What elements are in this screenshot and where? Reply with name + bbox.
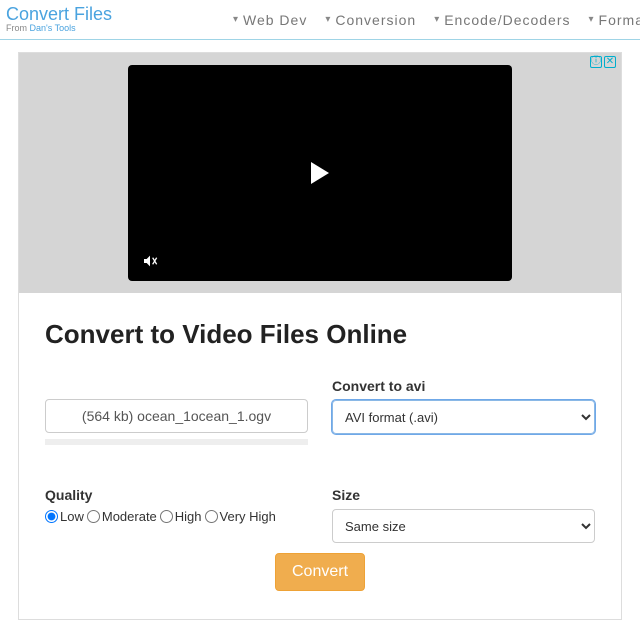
main-card: ⓘ ✕ Convert to Video Files Online (564 k… <box>18 52 622 620</box>
quality-option-moderate[interactable]: Moderate <box>87 509 157 524</box>
upload-progress <box>45 439 308 445</box>
convert-to-label: Convert to avi <box>332 378 595 394</box>
chevron-down-icon: ▾ <box>434 14 440 25</box>
chevron-down-icon: ▾ <box>589 14 595 25</box>
brand-subtitle: From Dan's Tools <box>6 24 112 33</box>
brand-title: Convert Files <box>6 5 112 24</box>
radio-label: Very High <box>220 509 276 524</box>
form-area: Convert to Video Files Online (564 kb) o… <box>19 293 621 619</box>
nav-conversion[interactable]: ▾ Conversion <box>325 12 416 28</box>
radio-label: High <box>175 509 202 524</box>
quality-option-veryhigh[interactable]: Very High <box>205 509 276 524</box>
quality-column: Quality Low Moderate High Very High <box>45 487 308 543</box>
ad-info-icon[interactable]: ⓘ <box>590 56 602 68</box>
quality-radios: Low Moderate High Very High <box>45 509 308 524</box>
quality-radio-high[interactable] <box>160 510 173 523</box>
format-column: Convert to avi AVI format (.avi) <box>332 378 595 445</box>
nav-label: Forma <box>599 12 640 28</box>
brand[interactable]: Convert Files From Dan's Tools <box>6 5 112 33</box>
brand-sub-link[interactable]: Dan's Tools <box>30 23 76 33</box>
page-title: Convert to Video Files Online <box>45 319 595 350</box>
size-label: Size <box>332 487 595 503</box>
file-display-text: (564 kb) ocean_1ocean_1.ogv <box>82 408 271 424</box>
ad-close-icon[interactable]: ✕ <box>604 56 616 68</box>
ad-controls: ⓘ ✕ <box>590 56 616 68</box>
nav-label: Conversion <box>335 12 416 28</box>
nav-webdev[interactable]: ▾ Web Dev <box>233 12 307 28</box>
play-icon[interactable] <box>311 162 329 184</box>
nav-encode-decoders[interactable]: ▾ Encode/Decoders <box>434 12 570 28</box>
nav-formatters[interactable]: ▾ Forma <box>589 12 640 28</box>
quality-option-low[interactable]: Low <box>45 509 84 524</box>
video-player[interactable] <box>128 65 512 281</box>
size-select[interactable]: Same size <box>332 509 595 543</box>
ad-banner: ⓘ ✕ <box>19 53 621 293</box>
nav-items: ▾ Web Dev ▾ Conversion ▾ Encode/Decoders ▾ F… <box>233 12 640 28</box>
mute-icon[interactable] <box>142 253 158 269</box>
top-navbar: Convert Files From Dan's Tools ▾ Web Dev … <box>0 0 640 40</box>
file-column: (564 kb) ocean_1ocean_1.ogv <box>45 378 308 445</box>
quality-radio-veryhigh[interactable] <box>205 510 218 523</box>
format-select[interactable]: AVI format (.avi) <box>332 400 595 434</box>
chevron-down-icon: ▾ <box>233 14 239 25</box>
quality-option-high[interactable]: High <box>160 509 202 524</box>
size-column: Size Same size <box>332 487 595 543</box>
quality-label: Quality <box>45 487 308 503</box>
file-display[interactable]: (564 kb) ocean_1ocean_1.ogv <box>45 399 308 433</box>
quality-radio-low[interactable] <box>45 510 58 523</box>
radio-label: Low <box>60 509 84 524</box>
brand-sub-prefix: From <box>6 23 30 33</box>
radio-label: Moderate <box>102 509 157 524</box>
chevron-down-icon: ▾ <box>325 14 331 25</box>
nav-label: Encode/Decoders <box>444 12 570 28</box>
nav-label: Web Dev <box>243 12 307 28</box>
quality-radio-moderate[interactable] <box>87 510 100 523</box>
convert-button[interactable]: Convert <box>275 553 365 591</box>
